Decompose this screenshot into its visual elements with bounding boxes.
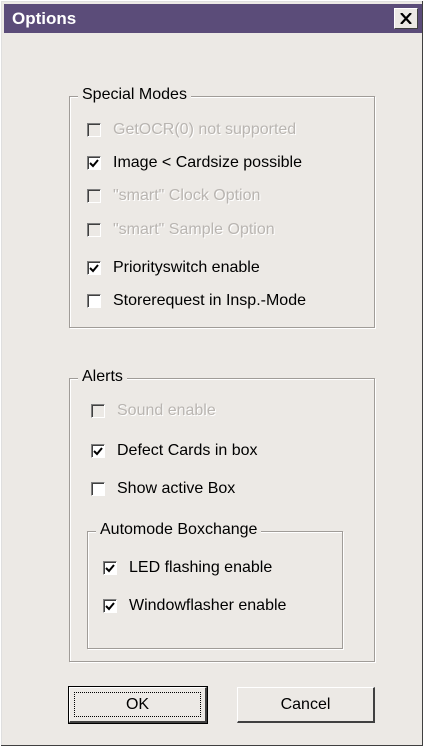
automode-boxchange-group: Automode Boxchange xyxy=(87,521,343,649)
checkbox-label: Priorityswitch enable xyxy=(113,259,260,276)
checkbox-smart-clock[interactable]: "smart" Clock Option xyxy=(87,186,260,206)
checkbox-label: LED flashing enable xyxy=(129,559,273,576)
window-title: Options xyxy=(12,9,77,28)
checkbox-label: Storerequest in Insp.-Mode xyxy=(113,292,306,309)
close-button[interactable] xyxy=(394,8,418,29)
checkmark-icon xyxy=(105,563,115,572)
ok-button[interactable]: OK xyxy=(68,686,208,724)
special-modes-legend: Special Modes xyxy=(78,86,191,104)
checkmark-icon xyxy=(93,446,103,455)
automode-boxchange-legend: Automode Boxchange xyxy=(96,521,262,539)
checkbox-box[interactable] xyxy=(87,189,101,203)
checkbox-label: Show active Box xyxy=(117,480,236,497)
checkbox-box[interactable] xyxy=(103,599,117,613)
checkbox-smart-sample[interactable]: "smart" Sample Option xyxy=(87,220,275,240)
checkbox-box[interactable] xyxy=(91,482,105,496)
checkbox-led-flashing[interactable]: LED flashing enable xyxy=(103,558,272,578)
checkbox-label: "smart" Sample Option xyxy=(113,221,275,238)
checkmark-icon xyxy=(89,263,99,272)
checkbox-sound-enable[interactable]: Sound enable xyxy=(91,401,216,421)
checkmark-icon xyxy=(89,158,99,167)
options-dialog: Options Special Modes GetOCR(0) not supp… xyxy=(0,0,424,747)
checkbox-image-cardsize[interactable]: Image < Cardsize possible xyxy=(87,153,302,173)
checkbox-box[interactable] xyxy=(87,223,101,237)
alerts-legend: Alerts xyxy=(78,368,127,386)
cancel-button-label: Cancel xyxy=(280,695,331,713)
checkbox-box[interactable] xyxy=(103,561,117,575)
checkbox-box[interactable] xyxy=(87,294,101,308)
checkbox-getocr[interactable]: GetOCR(0) not supported xyxy=(87,120,296,140)
checkbox-label: Image < Cardsize possible xyxy=(113,154,302,171)
checkbox-box[interactable] xyxy=(87,156,101,170)
checkbox-label: Defect Cards in box xyxy=(117,442,258,459)
checkmark-icon xyxy=(105,601,115,610)
checkbox-label: Windowflasher enable xyxy=(129,597,287,614)
checkbox-label: Sound enable xyxy=(117,402,216,419)
checkbox-defect-cards[interactable]: Defect Cards in box xyxy=(91,441,258,461)
checkbox-storerequest[interactable]: Storerequest in Insp.-Mode xyxy=(87,291,306,311)
checkbox-label: GetOCR(0) not supported xyxy=(113,121,297,138)
checkbox-priorityswitch[interactable]: Priorityswitch enable xyxy=(87,258,260,278)
checkbox-windowflasher[interactable]: Windowflasher enable xyxy=(103,596,286,616)
checkbox-label: "smart" Clock Option xyxy=(113,187,261,204)
focus-rect xyxy=(74,692,201,717)
checkbox-show-active-box[interactable]: Show active Box xyxy=(91,479,235,499)
cancel-button[interactable]: Cancel xyxy=(237,687,375,723)
close-icon xyxy=(400,10,412,27)
checkbox-box[interactable] xyxy=(87,123,101,137)
title-bar[interactable]: Options xyxy=(4,4,422,33)
checkbox-box[interactable] xyxy=(91,404,105,418)
checkbox-box[interactable] xyxy=(91,444,105,458)
checkbox-box[interactable] xyxy=(87,261,101,275)
